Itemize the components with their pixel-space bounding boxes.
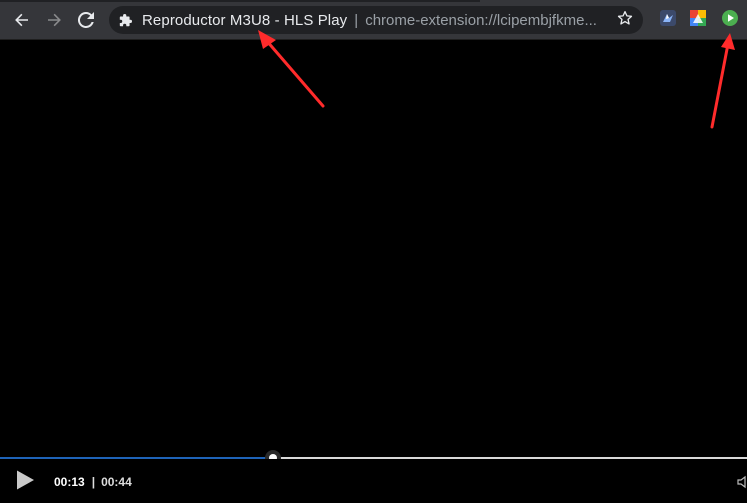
bookmark-star-button[interactable] [612, 7, 638, 33]
volume-button[interactable] [737, 475, 747, 489]
time-separator: | [91, 475, 96, 489]
forward-arrow-icon [46, 12, 62, 28]
duration: 00:44 [101, 475, 132, 489]
url-text: chrome-extension://lcipembjfkme... [365, 11, 597, 29]
address-bar[interactable]: Reproductor M3U8 - HLS Play | chrome-ext… [109, 6, 643, 34]
extension-bird-button[interactable] [656, 8, 680, 32]
reload-icon [78, 12, 94, 28]
play-button[interactable] [12, 469, 38, 495]
video-viewport[interactable] [0, 40, 747, 458]
back-arrow-icon [14, 12, 30, 28]
speaker-icon [737, 475, 747, 489]
star-icon [617, 10, 633, 31]
bird-icon [659, 9, 677, 32]
time-display: 00:13 | 00:44 [54, 475, 132, 489]
puzzle-piece-icon [119, 13, 133, 27]
extension-photos-button[interactable] [686, 8, 710, 32]
browser-toolbar: Reproductor M3U8 - HLS Play | chrome-ext… [0, 0, 747, 40]
player-controls: 00:13 | 00:44 [0, 459, 747, 503]
page-title: Reproductor M3U8 - HLS Play [142, 11, 348, 29]
forward-button[interactable] [40, 6, 68, 34]
play-icon [15, 469, 35, 496]
reload-button[interactable] [72, 6, 100, 34]
tab-strip-edge [0, 0, 480, 2]
back-button[interactable] [8, 6, 36, 34]
play-extension-icon [721, 9, 739, 32]
title-url-separator: | [354, 11, 359, 29]
extension-player-button[interactable] [718, 8, 742, 32]
photos-icon [689, 9, 707, 32]
current-time: 00:13 [54, 475, 85, 489]
